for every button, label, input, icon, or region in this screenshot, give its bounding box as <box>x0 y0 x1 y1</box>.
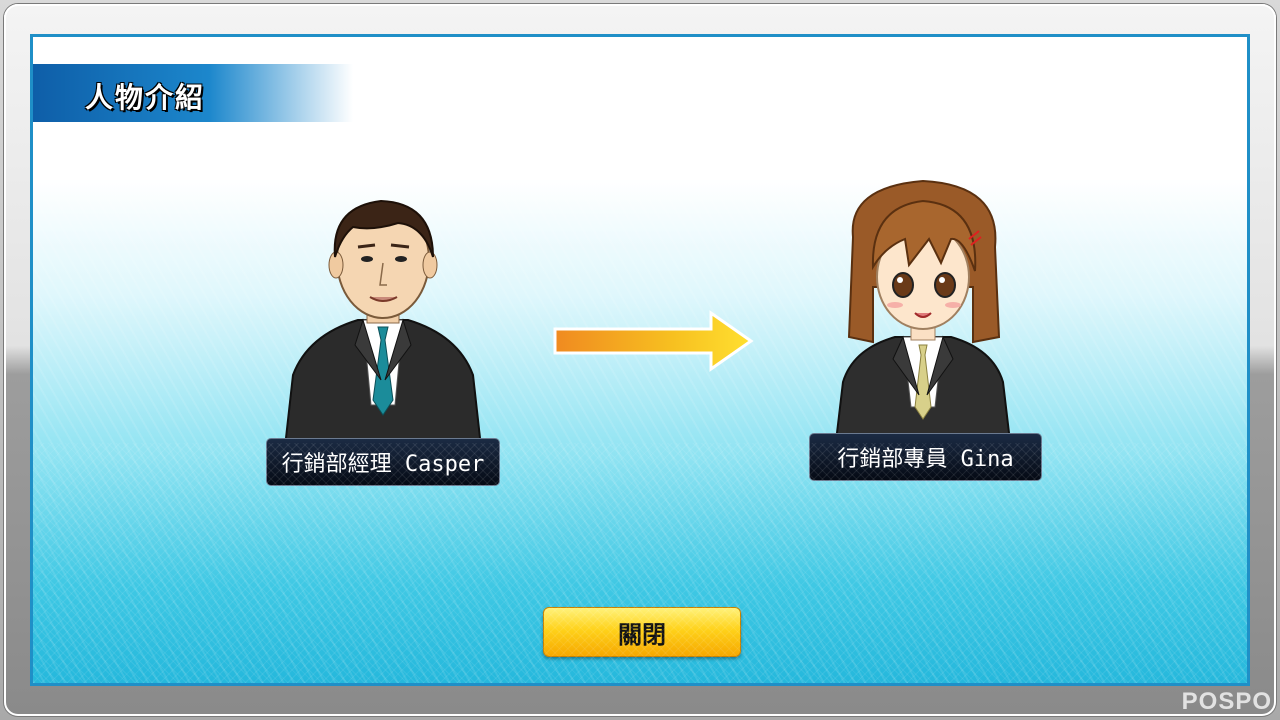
gina-name-plate: 行銷部專員 Gina <box>809 433 1042 481</box>
close-button[interactable]: 關閉 <box>543 607 741 657</box>
casper-name-plate: 行銷部經理 Casper <box>266 438 500 486</box>
gina-portrait <box>831 179 1015 467</box>
arrow-right-icon <box>553 310 754 372</box>
watermark: POSPO <box>1181 688 1272 715</box>
header-bar: 人物介紹 <box>33 64 353 122</box>
casper-portrait <box>281 199 485 465</box>
page-title: 人物介紹 <box>85 81 206 114</box>
character-intro-panel: 人物介紹 行銷部經理 Casper 行銷部專員 Gina 關閉 <box>30 34 1250 686</box>
